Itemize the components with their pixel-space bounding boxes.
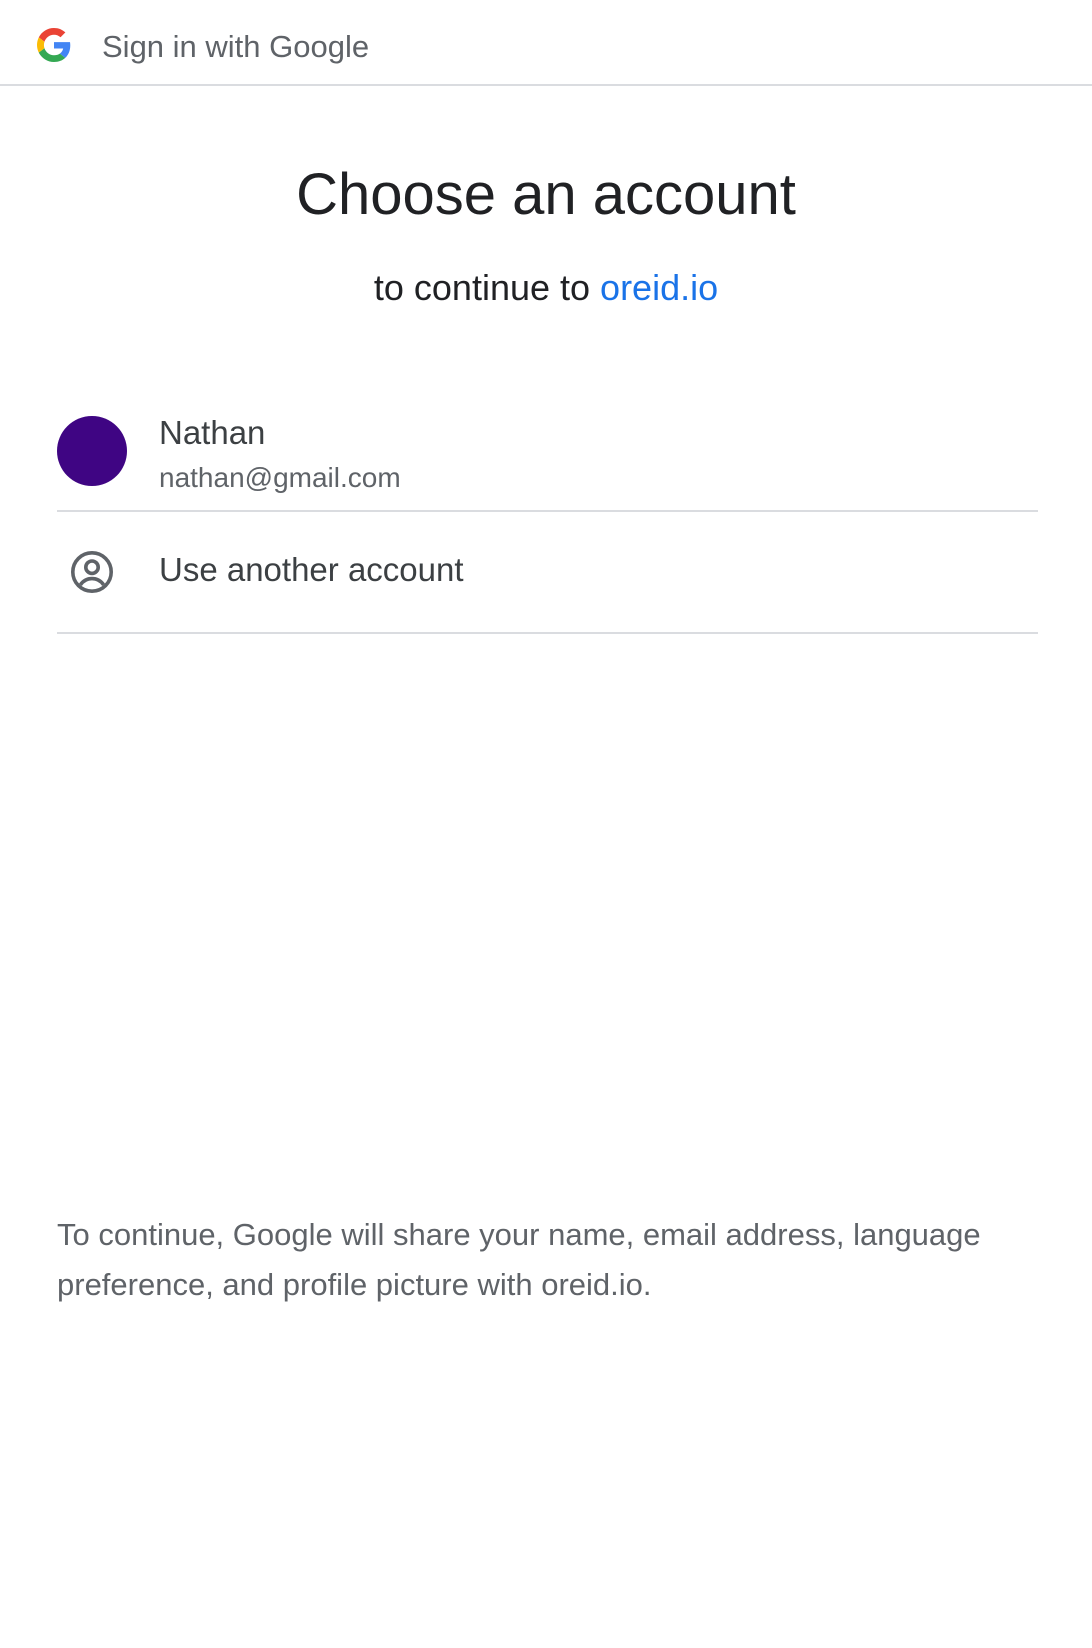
header-title: Sign in with Google bbox=[102, 29, 370, 64]
account-name: Nathan bbox=[159, 414, 266, 451]
privacy-disclaimer: To continue, Google will share your name… bbox=[57, 1217, 981, 1302]
account-circle-icon bbox=[70, 550, 114, 594]
use-another-account-label: Use another account bbox=[159, 551, 464, 588]
subtitle-prefix: to continue to bbox=[373, 267, 601, 308]
site-link[interactable]: oreid.io bbox=[600, 267, 718, 308]
account-item-nathan[interactable]: Nathan nathan@gmail.com bbox=[57, 402, 1038, 512]
page-title: Choose an account bbox=[296, 162, 796, 227]
avatar bbox=[57, 416, 127, 486]
google-g-icon bbox=[37, 28, 71, 62]
header-bar: Sign in with Google bbox=[0, 0, 1092, 86]
page-subtitle: to continue to oreid.io bbox=[0, 266, 1092, 310]
account-email: nathan@gmail.com bbox=[159, 462, 401, 493]
use-another-account-button[interactable]: Use another account bbox=[57, 512, 1038, 634]
account-list: Nathan nathan@gmail.com Use another acco… bbox=[57, 402, 1038, 634]
